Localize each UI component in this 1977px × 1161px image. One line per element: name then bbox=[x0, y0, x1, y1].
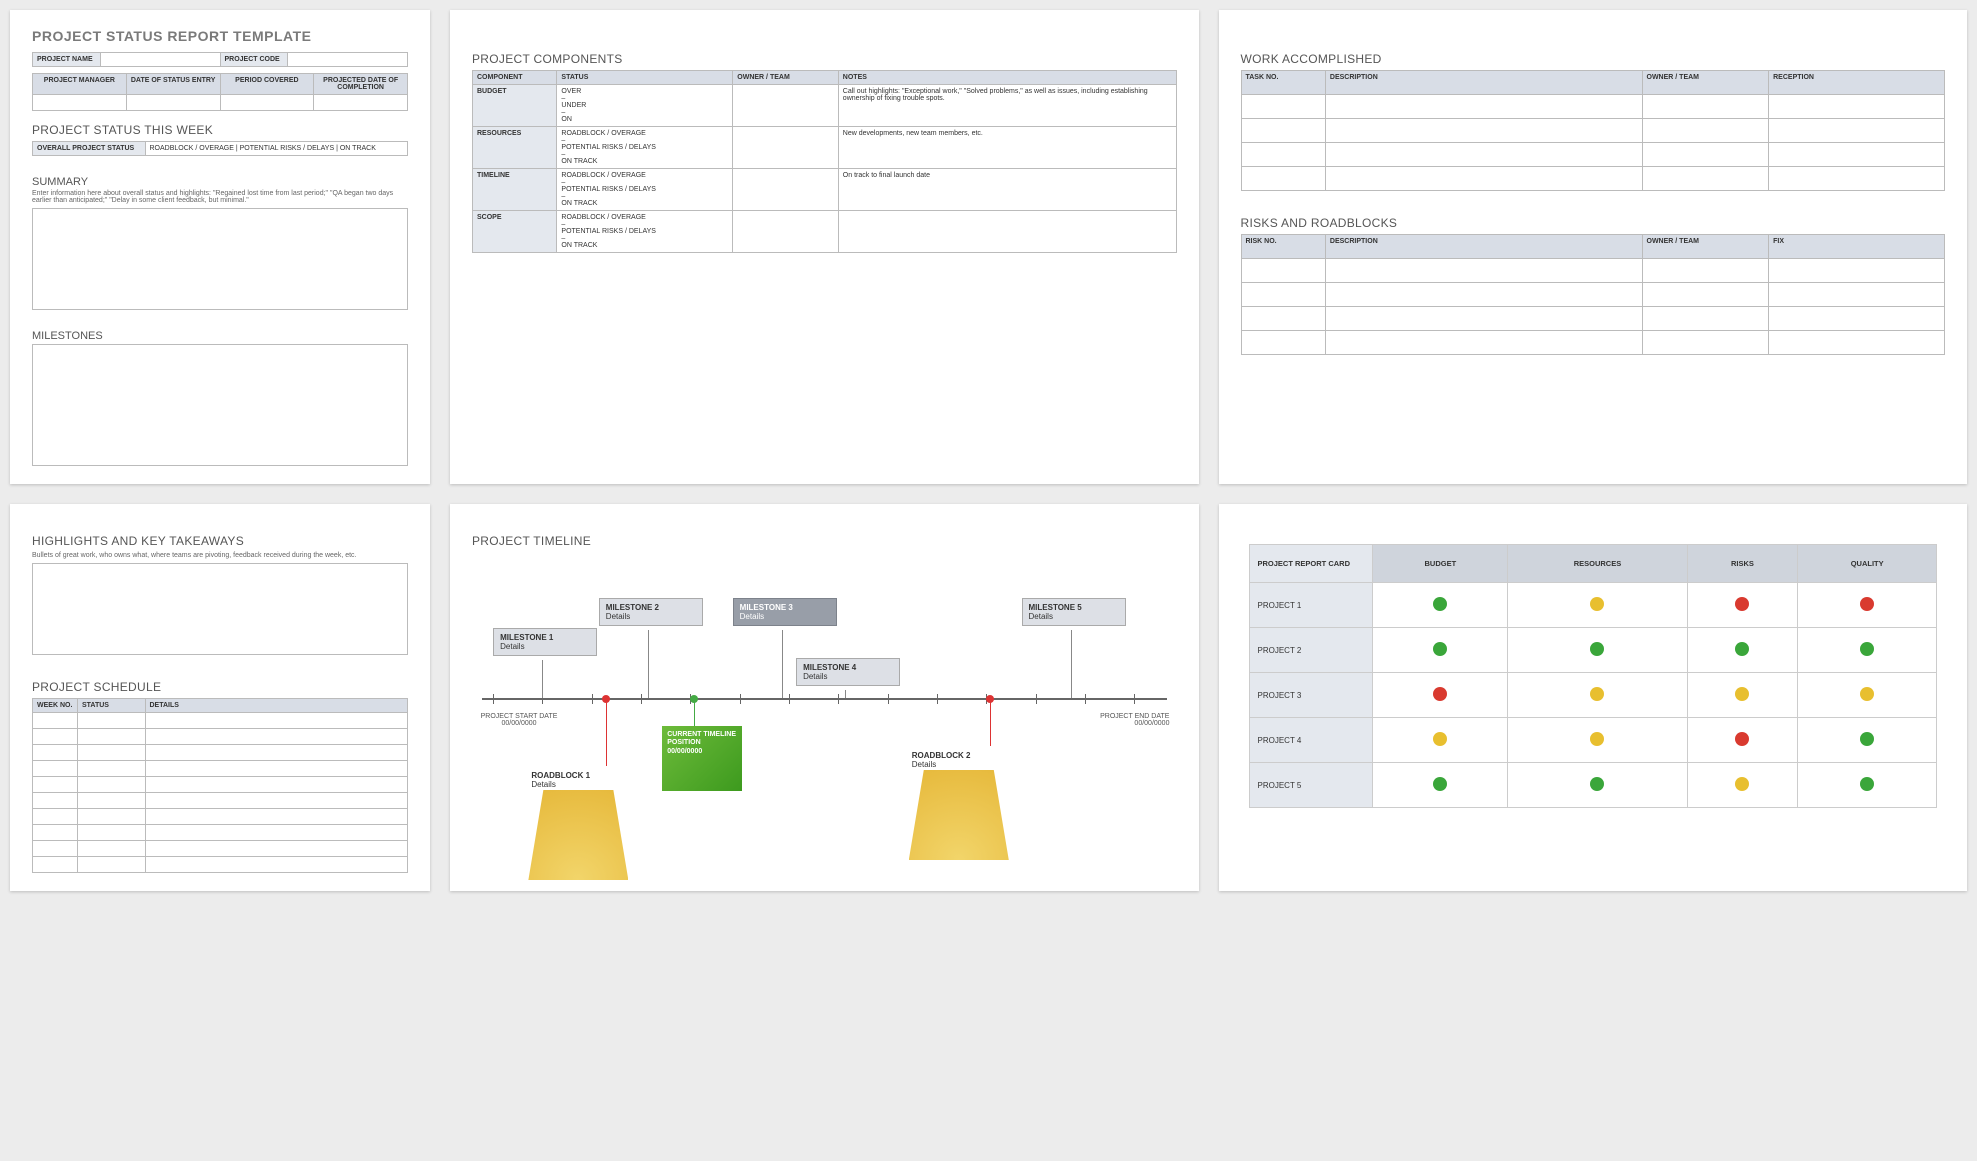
component-row: SCOPEROADBLOCK / OVERAGE – POTENTIAL RIS… bbox=[473, 211, 1177, 253]
highlights-hint: Bullets of great work, who owns what, wh… bbox=[32, 552, 408, 559]
report-card-row: PROJECT 2 bbox=[1249, 628, 1937, 673]
timeline-diagram: MILESTONE 1Details MILESTONE 2Details MI… bbox=[472, 568, 1177, 848]
report-card-table: PROJECT REPORT CARD BUDGET RESOURCES RIS… bbox=[1249, 544, 1938, 808]
components-table: COMPONENT STATUS OWNER / TEAM NOTES BUDG… bbox=[472, 70, 1177, 253]
project-meta-table: PROJECT MANAGER DATE OF STATUS ENTRY PER… bbox=[32, 73, 408, 111]
project-id-table: PROJECT NAMEPROJECT CODE bbox=[32, 52, 408, 67]
roadblock-2-shape bbox=[909, 770, 1009, 860]
status-dot bbox=[1735, 687, 1749, 701]
overall-status-table: OVERALL PROJECT STATUSROADBLOCK / OVERAG… bbox=[32, 141, 408, 156]
work-title: WORK ACCOMPLISHED bbox=[1241, 52, 1946, 66]
roadblock-1-shape bbox=[528, 790, 628, 880]
risks-title: RISKS AND ROADBLOCKS bbox=[1241, 216, 1946, 230]
status-dot bbox=[1860, 687, 1874, 701]
schedule-title: PROJECT SCHEDULE bbox=[32, 680, 408, 694]
milestones-box[interactable] bbox=[32, 344, 408, 466]
summary-title: SUMMARY bbox=[32, 176, 408, 188]
status-dot bbox=[1860, 642, 1874, 656]
start-cap: PROJECT START DATE00/00/0000 bbox=[479, 713, 559, 727]
roadblock-1-label: ROADBLOCK 1Details bbox=[528, 768, 593, 792]
status-dot bbox=[1860, 777, 1874, 791]
status-dot bbox=[1735, 642, 1749, 656]
status-dot bbox=[1590, 777, 1604, 791]
status-dot bbox=[1433, 732, 1447, 746]
schedule-table: WEEK NO.STATUSDETAILS bbox=[32, 698, 408, 873]
page-title: PROJECT STATUS REPORT TEMPLATE bbox=[32, 28, 408, 44]
status-dot bbox=[1735, 777, 1749, 791]
timeline-page: PROJECT TIMELINE MILESTONE 1Details MILE… bbox=[450, 504, 1199, 891]
summary-hint: Enter information here about overall sta… bbox=[32, 190, 408, 204]
milestone-1: MILESTONE 1Details bbox=[493, 628, 597, 656]
timeline-title: PROJECT TIMELINE bbox=[472, 534, 1177, 548]
components-page: PROJECT COMPONENTS COMPONENT STATUS OWNE… bbox=[450, 10, 1199, 484]
components-title: PROJECT COMPONENTS bbox=[472, 52, 1177, 66]
status-dot bbox=[1590, 642, 1604, 656]
status-dot bbox=[1860, 732, 1874, 746]
milestone-2: MILESTONE 2Details bbox=[599, 598, 703, 626]
status-dot bbox=[1433, 597, 1447, 611]
status-dot bbox=[1735, 732, 1749, 746]
status-dot bbox=[1735, 597, 1749, 611]
component-row: RESOURCESROADBLOCK / OVERAGE – POTENTIAL… bbox=[473, 127, 1177, 169]
milestone-5: MILESTONE 5Details bbox=[1022, 598, 1126, 626]
report-card-row: PROJECT 5 bbox=[1249, 763, 1937, 808]
risks-table: RISK NO.DESCRIPTIONOWNER / TEAMFIX bbox=[1241, 234, 1946, 355]
status-dot bbox=[1590, 597, 1604, 611]
status-dot bbox=[1433, 777, 1447, 791]
status-dot bbox=[1433, 642, 1447, 656]
end-cap: PROJECT END DATE00/00/0000 bbox=[1089, 713, 1169, 727]
summary-box[interactable] bbox=[32, 208, 408, 310]
report-card-page: PROJECT REPORT CARD BUDGET RESOURCES RIS… bbox=[1219, 504, 1968, 891]
status-dot bbox=[1590, 732, 1604, 746]
roadblock-2-label: ROADBLOCK 2Details bbox=[909, 748, 974, 772]
status-week-title: PROJECT STATUS THIS WEEK bbox=[32, 123, 408, 137]
work-page: WORK ACCOMPLISHED TASK NO.DESCRIPTIONOWN… bbox=[1219, 10, 1968, 484]
highlights-title: HIGHLIGHTS AND KEY TAKEAWAYS bbox=[32, 534, 408, 548]
component-row: BUDGETOVER – UNDER – ONCall out highligh… bbox=[473, 85, 1177, 127]
status-dot bbox=[1860, 597, 1874, 611]
milestone-3: MILESTONE 3Details bbox=[733, 598, 837, 626]
report-card-row: PROJECT 3 bbox=[1249, 673, 1937, 718]
highlights-box[interactable] bbox=[32, 563, 408, 655]
status-dot bbox=[1590, 687, 1604, 701]
component-row: TIMELINEROADBLOCK / OVERAGE – POTENTIAL … bbox=[473, 169, 1177, 211]
highlights-page: HIGHLIGHTS AND KEY TAKEAWAYS Bullets of … bbox=[10, 504, 430, 891]
report-card-row: PROJECT 4 bbox=[1249, 718, 1937, 763]
milestone-4: MILESTONE 4Details bbox=[796, 658, 900, 686]
report-card-row: PROJECT 1 bbox=[1249, 583, 1937, 628]
status-dot bbox=[1433, 687, 1447, 701]
milestones-title: MILESTONES bbox=[32, 330, 408, 342]
work-table: TASK NO.DESCRIPTIONOWNER / TEAMRECEPTION bbox=[1241, 70, 1946, 191]
current-position: CURRENT TIMELINE POSITION 00/00/0000 bbox=[662, 726, 742, 791]
status-report-page: PROJECT STATUS REPORT TEMPLATE PROJECT N… bbox=[10, 10, 430, 484]
